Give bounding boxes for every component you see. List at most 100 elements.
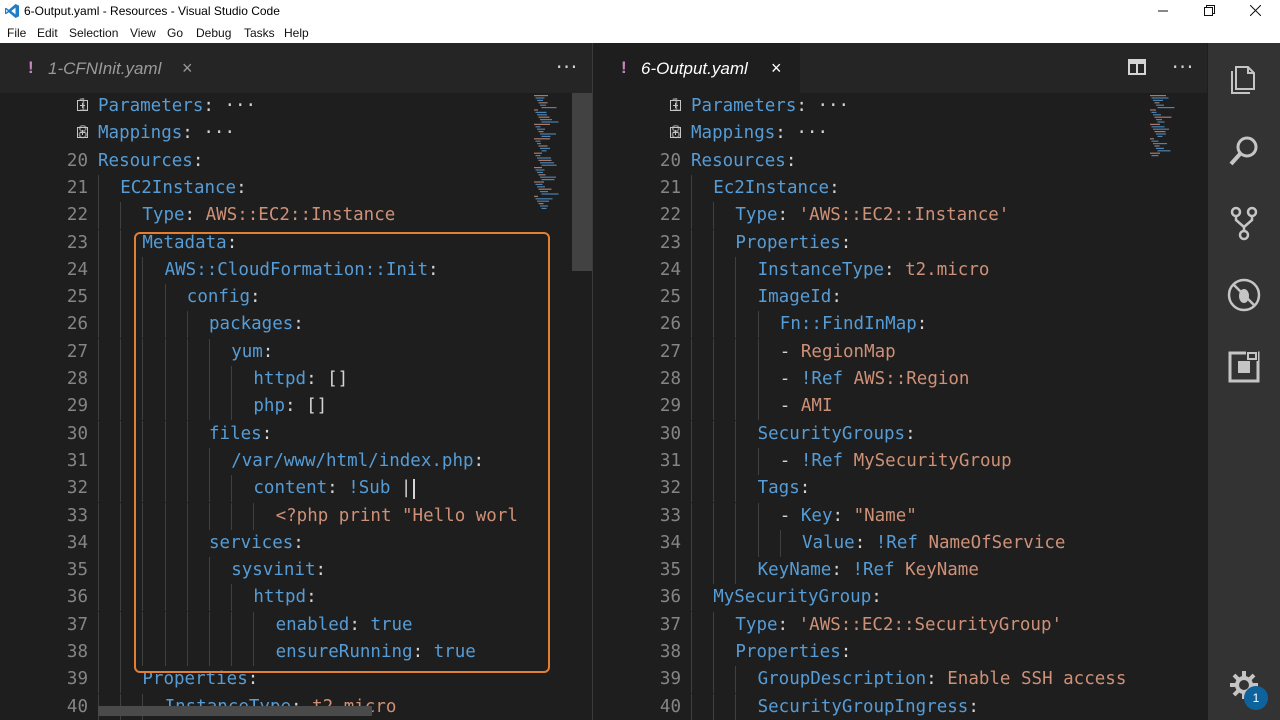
menu-view[interactable]: View	[130, 26, 156, 40]
more-actions-icon[interactable]: ···	[556, 55, 578, 79]
split-editor-icon[interactable]	[1128, 59, 1146, 75]
menu-selection[interactable]: Selection	[69, 26, 118, 40]
code-line: 34 Value: !Ref NameOfService	[593, 529, 1207, 557]
line-number: 32	[659, 478, 681, 499]
indent-guide	[120, 420, 122, 448]
fold-expand-icon[interactable]	[77, 100, 88, 111]
line-number: 1	[670, 96, 681, 116]
line-number: 27	[66, 341, 88, 362]
code-line: 25 ImageId:	[593, 284, 1207, 312]
indent-guide	[98, 502, 99, 530]
code-token: :	[968, 696, 979, 717]
indent-guide	[120, 475, 122, 503]
code-token: :	[884, 259, 906, 280]
indent-guide	[713, 502, 715, 530]
restore-button[interactable]	[1186, 0, 1232, 22]
indent-guide	[120, 338, 122, 366]
modified-indicator: !	[621, 58, 627, 77]
code-token: NameOfService	[917, 532, 1066, 553]
indent-guide	[98, 584, 99, 612]
line-number: 38	[66, 642, 88, 662]
minimap[interactable]	[1148, 93, 1188, 213]
code-token: :	[236, 177, 247, 198]
indent-guide	[120, 311, 122, 339]
code-text: Value: !Ref NameOfService	[802, 530, 1065, 557]
indent-guide	[691, 202, 692, 230]
code-text: Type: AWS::EC2::Instance	[142, 202, 395, 229]
explorer-icon[interactable]	[1226, 61, 1262, 97]
search-icon[interactable]	[1226, 133, 1262, 169]
line-number: 26	[66, 314, 88, 335]
indent-guide	[120, 284, 122, 312]
indent-guide	[713, 256, 715, 284]
code-token: Enable SSH access	[947, 669, 1127, 690]
indent-guide	[713, 393, 715, 421]
indent-guide	[713, 666, 715, 694]
menu-debug[interactable]: Debug	[196, 26, 231, 40]
line-number: 36	[659, 587, 681, 608]
more-actions-icon[interactable]: ···	[1172, 55, 1194, 79]
code-line: 31 - !Ref MySecurityGroup	[593, 447, 1207, 475]
menu-help[interactable]: Help	[284, 26, 309, 40]
code-token: ···	[192, 123, 235, 144]
indent-guide	[120, 639, 122, 666]
code-text: - !Ref MySecurityGroup	[780, 448, 1012, 475]
code-token: ···	[213, 96, 257, 116]
code-token: 'AWS::EC2::Instance'	[798, 205, 1010, 226]
tab-1-cfninit[interactable]: ! 1-CFNInit.yaml ×	[0, 43, 210, 93]
code-text: Properties:	[735, 230, 851, 257]
minimap[interactable]	[532, 93, 572, 213]
code-token: :	[916, 314, 928, 335]
line-number: 34	[66, 532, 88, 553]
fold-expand-icon[interactable]	[670, 100, 681, 111]
indent-guide	[713, 447, 715, 475]
fold-expand-icon[interactable]	[77, 127, 88, 139]
source-control-icon[interactable]	[1226, 205, 1262, 241]
tab-6-output[interactable]: ! 6-Output.yaml ×	[593, 43, 800, 93]
code-token: KeyName	[894, 560, 979, 581]
code-text: Fn::FindInMap:	[780, 311, 928, 338]
menu-tasks[interactable]: Tasks	[244, 26, 275, 40]
line-number: 21	[659, 177, 681, 198]
line-number: 22	[659, 205, 681, 226]
line-number: 25	[66, 287, 88, 308]
code-token: 'AWS::EC2::SecurityGroup'	[798, 614, 1063, 635]
tab-close-icon[interactable]: ×	[771, 58, 782, 79]
indent-guide	[98, 420, 99, 448]
line-number: 37	[659, 614, 681, 635]
code-token: Type	[735, 205, 778, 226]
menu-edit[interactable]: Edit	[37, 26, 58, 40]
code-token: :	[840, 232, 852, 253]
code-token: :	[926, 669, 948, 690]
code-token: ···	[785, 123, 828, 144]
code-token: !Ref	[875, 532, 918, 553]
code-line: 22 Type: AWS::EC2::Instance	[0, 202, 592, 230]
code-token: Mappings	[691, 123, 776, 144]
tab-close-icon[interactable]: ×	[182, 58, 193, 79]
menu-file[interactable]: File	[7, 26, 26, 40]
indent-guide	[713, 284, 715, 312]
indent-guide	[120, 557, 122, 585]
close-window-button[interactable]	[1232, 0, 1278, 22]
indent-guide	[691, 447, 692, 475]
indent-guide	[691, 693, 692, 720]
code-token: :	[184, 205, 206, 226]
code-token: AWS::EC2::Instance	[205, 205, 396, 226]
menu-go[interactable]: Go	[167, 26, 183, 40]
code-token: :	[796, 96, 807, 116]
minimize-button[interactable]	[1140, 0, 1186, 22]
extensions-icon[interactable]	[1226, 349, 1262, 385]
indent-guide	[691, 256, 692, 284]
code-editor[interactable]: 1 Parameters: ··· 8 Mappings: ··· 20 Resource…	[593, 93, 1207, 720]
line-number: 8	[77, 123, 88, 144]
code-line: 29 - AMI	[593, 393, 1207, 421]
horizontal-scrollbar[interactable]	[98, 706, 372, 716]
code-token: Properties	[735, 232, 841, 253]
vertical-scrollbar[interactable]	[572, 93, 592, 271]
fold-expand-icon[interactable]	[670, 127, 681, 139]
code-line: 35 KeyName: !Ref KeyName	[593, 557, 1207, 585]
code-token: SecurityGroupIngress	[757, 696, 969, 717]
indent-guide	[713, 420, 715, 448]
code-line: 36 MySecurityGroup:	[593, 584, 1207, 612]
debug-icon[interactable]	[1226, 277, 1262, 313]
